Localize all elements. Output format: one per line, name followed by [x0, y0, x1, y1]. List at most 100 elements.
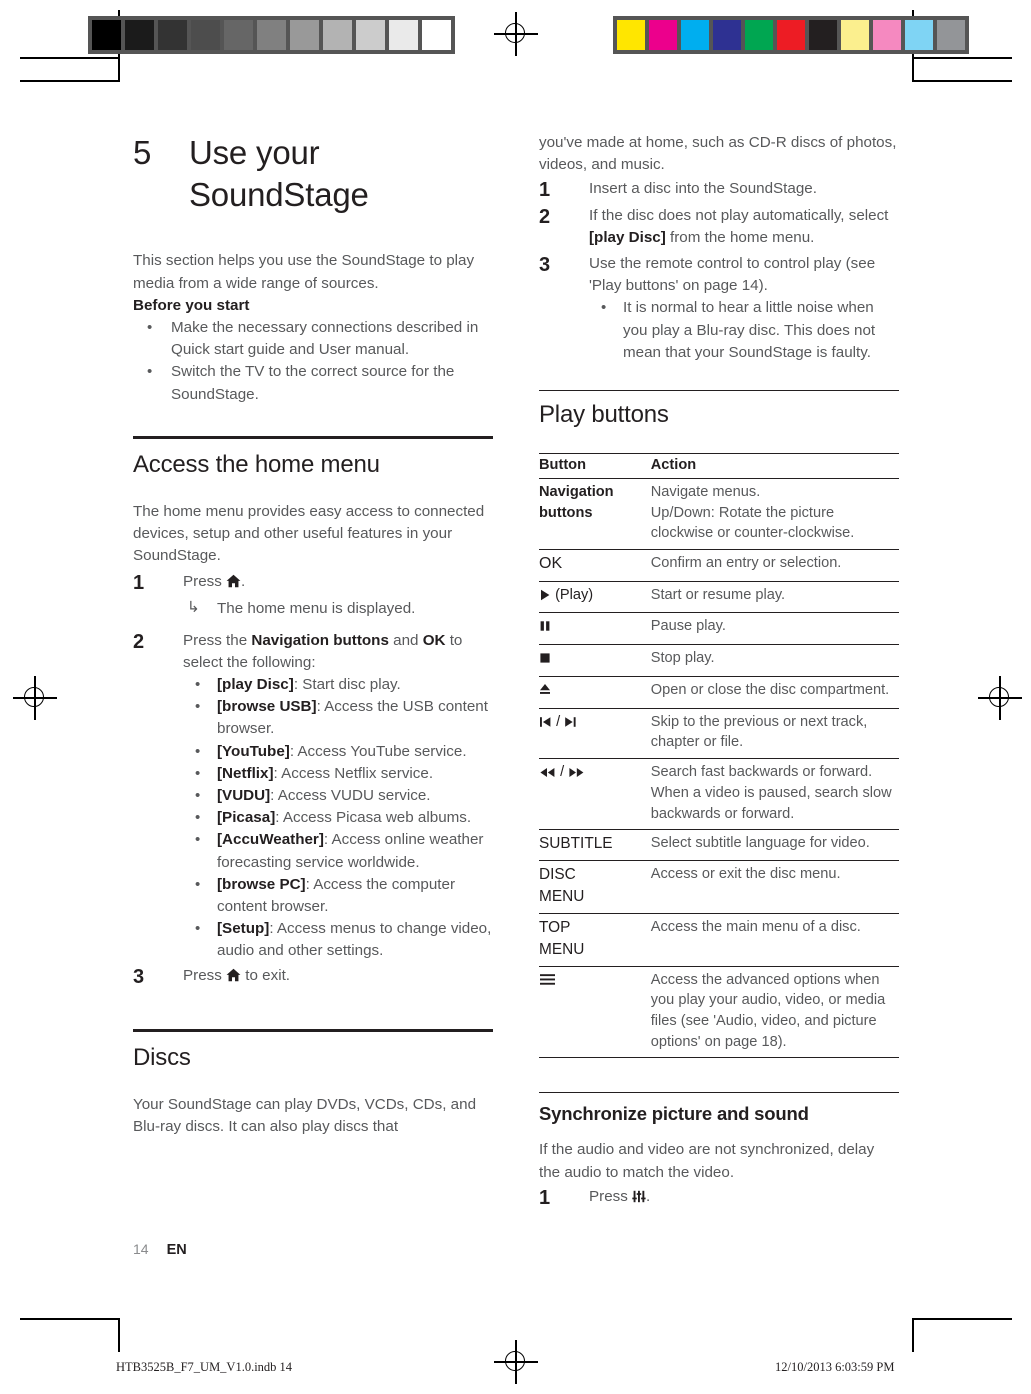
action-cell: Pause play. [650, 612, 899, 645]
language-code: EN [166, 1242, 187, 1258]
table-row: SUBTITLE Select subtitle language for vi… [539, 829, 899, 861]
section-rule [133, 1028, 493, 1032]
skip-next-icon [564, 714, 577, 735]
discs-paragraph-continued: you've made at home, such as CD-R discs … [539, 134, 897, 174]
step-number: 3 [539, 253, 551, 276]
section-rule [539, 1092, 899, 1094]
action-cell: Search fast backwards or forward. When a… [650, 758, 899, 830]
sync-steps: 1 Press . [539, 1186, 899, 1210]
intro-paragraph: This section helps you use the SoundStag… [133, 252, 475, 292]
section-heading-discs: Discs [133, 1043, 191, 1071]
menu-key: [YouTube] [217, 742, 290, 760]
list-item: [browse USB]: Access the USB content bro… [183, 696, 493, 740]
button-cell [539, 965, 651, 1058]
button-cell: OK [539, 549, 651, 582]
section-rule [133, 435, 493, 439]
table-row-closing-rule [539, 1057, 899, 1059]
column-header-button: Button [539, 452, 651, 479]
action-cell: Select subtitle language for video. [650, 829, 899, 861]
table-row: Pause play. [539, 612, 899, 645]
table-row: Open or close the disc compartment. [539, 675, 899, 709]
step-number: 2 [133, 630, 145, 653]
step-number: 1 [539, 179, 551, 202]
step-text-before: Press [183, 966, 227, 984]
action-cell: Access or exit the disc menu. [650, 860, 899, 914]
export-timestamp: 12/10/2013 6:03:59 PM [775, 1360, 895, 1374]
step-1: 1 Press . [539, 1186, 899, 1210]
home-icon [226, 573, 241, 595]
button-cell: SUBTITLE [539, 829, 651, 861]
step-3: 3 Use the remote control to control play… [539, 253, 899, 364]
bold-play-disc: [play Disc] [589, 228, 666, 246]
sound-settings-icon [632, 1188, 646, 1210]
manual-page: 5 Use your SoundStage This section helps… [0, 0, 1031, 1394]
button-cell: / [539, 707, 651, 759]
menu-key: [AccuWeather] [217, 831, 324, 849]
sync-paragraph: If the audio and video are not synchroni… [539, 1141, 875, 1181]
action-cell: Navigate menus. Up/Down: Rotate the pictu… [650, 477, 899, 550]
right-column: you've made at home, such as CD-R discs … [539, 132, 899, 1210]
step-number: 1 [133, 572, 145, 595]
before-you-start-label: Before you start [133, 296, 250, 314]
source-file-name: HTB3525B_F7_UM_V1.0.indb 14 [116, 1360, 293, 1374]
list-item: Make the necessary connections described… [133, 317, 493, 361]
home-menu-intro: The home menu provides easy access to co… [133, 502, 485, 565]
action-cell: Access the main menu of a disc. [650, 912, 899, 967]
table-row: Access the advanced options when you pla… [539, 965, 899, 1058]
discs-steps: 1 Insert a disc into the SoundStage. 2 I… [539, 178, 899, 364]
chapter-number: 5 [133, 134, 152, 171]
menu-key: [Netflix] [217, 764, 274, 782]
bold-navigation-buttons: Navigation buttons [251, 631, 389, 649]
icon-separator: / [556, 713, 561, 730]
button-cell: / [539, 758, 651, 830]
skip-previous-icon [539, 714, 552, 735]
menu-desc: : Access Netflix service. [273, 764, 434, 782]
action-cell: Open or close the disc compartment. [650, 675, 899, 709]
menu-key: [Picasa] [217, 809, 276, 827]
list-item: [VUDU]: Access VUDU service. [183, 785, 493, 807]
step-text: Insert a disc into the SoundStage. [589, 180, 817, 198]
fast-forward-icon [568, 764, 585, 785]
chapter-heading-text: Use your SoundStage [189, 134, 369, 214]
closing-cell [650, 1057, 899, 1059]
table-row: DISC MENU Access or exit the disc menu. [539, 860, 899, 914]
page-footer: 14 EN [133, 1241, 187, 1258]
step-text-after: to exit. [241, 966, 291, 984]
step-1: 1 Press . The home menu is displayed. [133, 571, 493, 619]
menu-key: [VUDU] [217, 787, 271, 805]
menu-key: [browse USB] [217, 698, 317, 716]
options-menu-icon [539, 972, 556, 993]
step-text-after: . [646, 1187, 651, 1205]
page-number: 14 [133, 1241, 149, 1257]
step-text-after: . [241, 573, 246, 591]
table-row: (Play) Start or resume play. [539, 580, 899, 613]
button-cell [539, 644, 651, 677]
action-cell: Stop play. [650, 644, 899, 677]
list-item: [YouTube]: Access YouTube service. [183, 741, 493, 763]
icon-separator: / [560, 764, 565, 781]
eject-icon [539, 682, 551, 703]
menu-key: [browse PC] [217, 875, 306, 893]
table-row: TOP MENU Access the main menu of a disc. [539, 912, 899, 967]
list-item: [browse PC]: Access the computer content… [183, 874, 493, 918]
menu-key: [Setup] [217, 920, 270, 938]
step-text-before: Press [589, 1187, 633, 1205]
table-row: Navigation buttons Navigate menus. Up/Dow… [539, 477, 899, 550]
stop-icon [539, 650, 551, 671]
list-item: Switch the TV to the correct source for … [133, 361, 493, 405]
menu-desc: : Access VUDU service. [270, 787, 431, 805]
table-row: OK Confirm an entry or selection. [539, 549, 899, 582]
discs-note-list: It is normal to hear a little noise when… [589, 297, 899, 364]
chapter-title: 5 Use your SoundStage [133, 132, 493, 216]
list-item: [AccuWeather]: Access online weather for… [183, 829, 493, 873]
table-header-row: Button Action [539, 452, 899, 479]
section-heading-play-buttons: Play buttons [539, 400, 669, 428]
pause-icon [539, 618, 551, 639]
before-you-start-list: Make the necessary connections described… [133, 317, 493, 406]
home-menu-item-list: [play Disc]: Start disc play. [browse US… [183, 674, 493, 962]
menu-key: [play Disc] [217, 676, 294, 694]
step-3: 3 Press to exit. [133, 965, 493, 989]
button-cell: DISC MENU [539, 860, 651, 914]
step-number: 2 [539, 205, 551, 228]
closing-cell [539, 1057, 651, 1059]
